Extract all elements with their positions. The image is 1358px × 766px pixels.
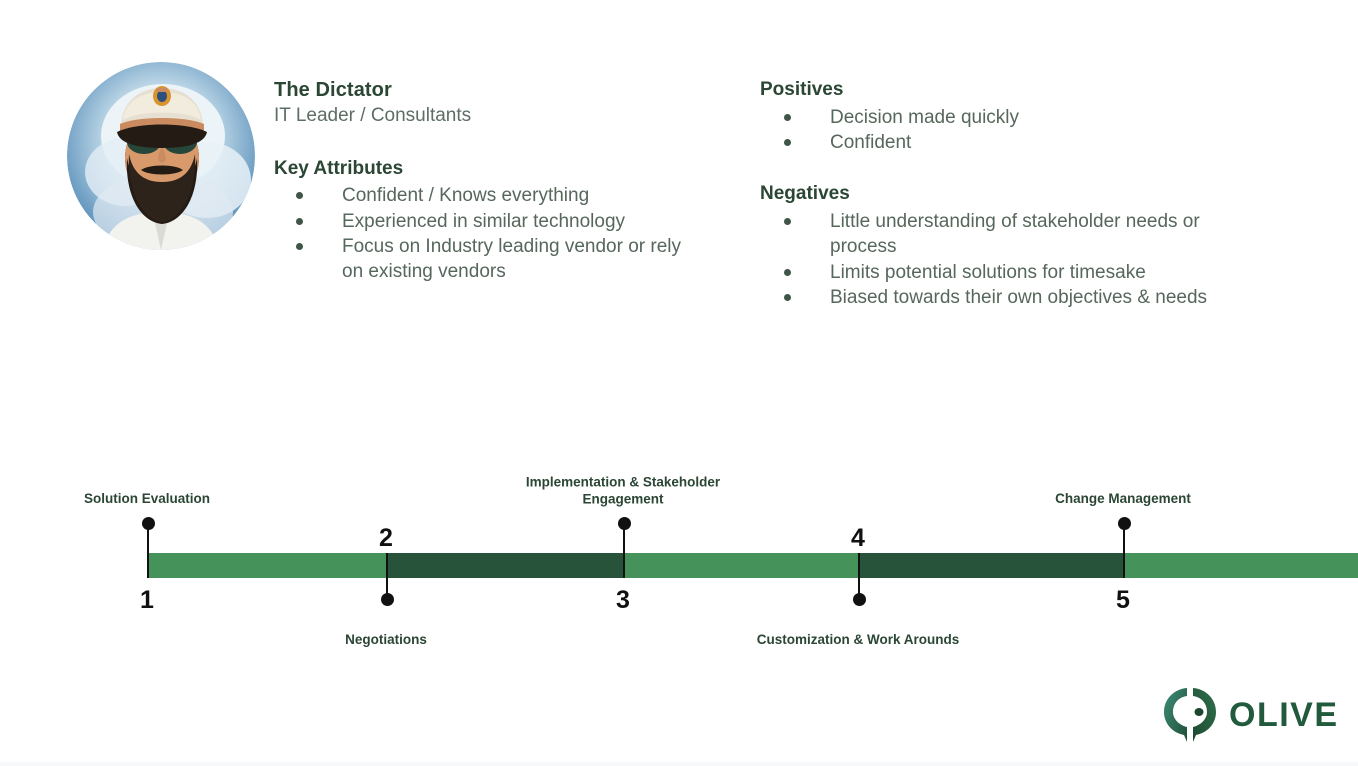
marker-label: Change Management bbox=[1055, 491, 1191, 507]
marker-stem bbox=[858, 553, 860, 599]
marker-label: Implementation & Stakeholder Engagement bbox=[525, 474, 721, 507]
list-item-text: Confident bbox=[830, 132, 912, 154]
marker-dot-icon bbox=[380, 593, 394, 606]
bottom-edge bbox=[0, 762, 1358, 766]
timeline-segment bbox=[623, 553, 858, 578]
timeline-segment bbox=[1123, 553, 1358, 578]
list-item: Limits potential solutions for timesake bbox=[760, 260, 1260, 285]
list-item-text: Confident / Knows everything bbox=[342, 185, 590, 207]
list-item: Biased towards their own objectives & ne… bbox=[760, 285, 1260, 310]
marker-dot-icon bbox=[617, 517, 631, 530]
marker-number: 3 bbox=[616, 586, 630, 614]
marker-stem bbox=[386, 553, 388, 599]
assessment-column: Positives Decision made quickly Confiden… bbox=[760, 78, 1260, 310]
marker-number: 5 bbox=[1116, 586, 1130, 614]
marker-label: Solution Evaluation bbox=[83, 491, 210, 507]
list-item: Confident / Knows everything bbox=[274, 183, 704, 208]
bullet-dot-icon bbox=[296, 192, 303, 200]
bullet-dot-icon bbox=[296, 242, 303, 250]
marker-number: 1 bbox=[140, 586, 154, 614]
list-item: Experienced in similar technology bbox=[274, 209, 704, 234]
bullet-dot-icon bbox=[784, 113, 791, 121]
timeline-segment bbox=[858, 553, 1123, 578]
negatives-list: Little understanding of stakeholder need… bbox=[760, 209, 1260, 310]
persona-title: The Dictator bbox=[274, 79, 392, 101]
list-item: Focus on Industry leading vendor or rely… bbox=[274, 234, 704, 285]
list-item-text: Limits potential solutions for timesake bbox=[830, 261, 1146, 283]
timeline-bar bbox=[147, 553, 1358, 578]
bullet-dot-icon bbox=[784, 268, 791, 276]
list-item: Decision made quickly bbox=[760, 105, 1260, 130]
list-item-text: Little understanding of stakeholder need… bbox=[830, 211, 1200, 258]
avatar bbox=[67, 62, 255, 250]
persona-subtitle: IT Leader / Consultants bbox=[274, 105, 472, 126]
marker-stem bbox=[147, 523, 149, 578]
timeline-segment bbox=[147, 553, 386, 578]
positives-heading: Positives bbox=[760, 79, 844, 100]
list-item: Little understanding of stakeholder need… bbox=[760, 209, 1260, 260]
bullet-dot-icon bbox=[784, 293, 791, 301]
slide-canvas: The Dictator IT Leader / Consultants Key… bbox=[0, 0, 1358, 766]
marker-stem bbox=[1123, 523, 1125, 578]
marker-dot-icon bbox=[1117, 517, 1131, 530]
marker-dot-icon bbox=[141, 517, 155, 530]
bullet-dot-icon bbox=[784, 218, 791, 226]
dictator-portrait-avatar bbox=[67, 62, 255, 250]
olive-leaf-mark-icon bbox=[1164, 688, 1216, 742]
negatives-heading: Negatives bbox=[760, 183, 850, 205]
list-item-text: Biased towards their own objectives & ne… bbox=[830, 286, 1208, 308]
list-item: Confident bbox=[760, 130, 1260, 155]
logo-wordmark: OLIVE bbox=[1229, 696, 1339, 734]
brand-logo: OLIVE bbox=[1162, 686, 1339, 744]
list-item-text: Decision made quickly bbox=[830, 106, 1020, 128]
marker-label: Customization & Work Arounds bbox=[756, 632, 960, 647]
marker-label: Negotiations bbox=[345, 632, 427, 647]
key-attributes-heading: Key Attributes bbox=[274, 157, 404, 179]
marker-dot-icon bbox=[852, 593, 866, 606]
list-item-text: Experienced in similar technology bbox=[342, 210, 626, 232]
marker-stem bbox=[623, 523, 625, 578]
positives-list: Decision made quickly Confident bbox=[760, 105, 1260, 156]
timeline-segment bbox=[386, 553, 623, 578]
list-item-text: Focus on Industry leading vendor or rely… bbox=[342, 235, 682, 283]
bullet-dot-icon bbox=[784, 139, 791, 147]
key-attributes-list: Confident / Knows everything Experienced… bbox=[274, 183, 704, 284]
marker-number: 2 bbox=[379, 524, 393, 552]
marker-number: 4 bbox=[851, 524, 865, 552]
bullet-dot-icon bbox=[296, 217, 303, 225]
persona-column: The Dictator IT Leader / Consultants Key… bbox=[274, 78, 704, 285]
